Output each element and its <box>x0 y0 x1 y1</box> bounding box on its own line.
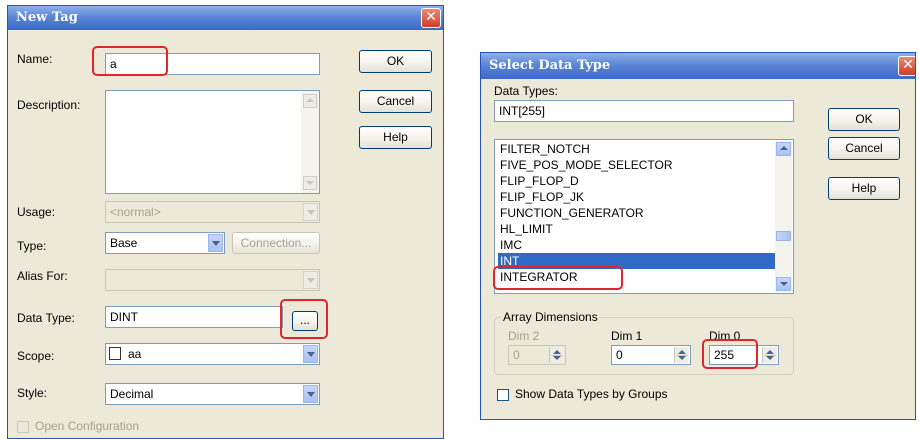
dim1-value: 0 <box>616 348 623 362</box>
sdt-help-button[interactable]: Help <box>828 177 900 200</box>
new-tag-dialog: New Tag ✕ Name: a Description: Usage: <n… <box>7 5 444 439</box>
ok-button[interactable]: OK <box>359 50 432 73</box>
usage-label: Usage: <box>17 205 56 219</box>
dim0-spinner-icon[interactable] <box>762 347 777 363</box>
chevron-down-icon <box>303 271 318 289</box>
new-tag-titlebar[interactable]: New Tag <box>8 6 443 30</box>
cancel-button[interactable]: Cancel <box>359 90 432 113</box>
scroll-up-icon[interactable] <box>303 94 317 108</box>
list-scrollbar[interactable] <box>775 141 792 292</box>
scope-select[interactable]: aa <box>105 343 320 365</box>
scroll-down-icon[interactable] <box>303 176 317 190</box>
data-types-label: Data Types: <box>494 84 558 98</box>
list-item[interactable]: FLIP_FLOP_D <box>498 173 775 189</box>
open-configuration-label: Open Configuration <box>35 419 140 433</box>
list-item[interactable]: FILTER_NOTCH <box>498 141 775 157</box>
dim2-spinner-icon[interactable] <box>549 347 564 363</box>
scroll-up-icon[interactable] <box>776 142 791 156</box>
open-configuration-checkbox[interactable] <box>17 421 29 433</box>
dim2-label: Dim 2 <box>508 329 540 343</box>
chevron-down-icon <box>303 345 318 363</box>
description-label: Description: <box>17 98 81 112</box>
style-value: Decimal <box>110 387 154 401</box>
data-types-input[interactable]: INT[255] <box>494 100 794 122</box>
new-tag-close-icon[interactable]: ✕ <box>421 8 441 28</box>
dim1-label: Dim 1 <box>611 329 643 343</box>
int-highlight <box>493 266 623 290</box>
dim2-input[interactable]: 0 <box>508 345 566 365</box>
new-tag-title: New Tag <box>16 10 78 25</box>
list-item[interactable]: FLIP_FLOP_JK <box>498 189 775 205</box>
scope-value: aa <box>128 347 142 361</box>
usage-value: <normal> <box>110 205 161 219</box>
dim0-highlight <box>702 339 758 369</box>
sdt-cancel-button[interactable]: Cancel <box>828 137 900 160</box>
select-data-type-title: Select Data Type <box>489 58 611 73</box>
dim1-spinner-icon[interactable] <box>674 347 689 363</box>
type-label: Type: <box>17 239 47 253</box>
style-label: Style: <box>17 386 48 400</box>
select-data-type-titlebar[interactable]: Select Data Type <box>481 53 915 79</box>
description-textarea[interactable] <box>105 90 320 194</box>
name-highlight <box>92 46 168 76</box>
list-item[interactable]: FIVE_POS_MODE_SELECTOR <box>498 157 775 173</box>
data-type-label: Data Type: <box>17 311 75 325</box>
description-scrollbar[interactable] <box>301 91 319 193</box>
usage-select[interactable]: <normal> <box>105 201 320 223</box>
select-data-type-dialog: Select Data Type ✕ Data Types: INT[255] … <box>480 52 916 420</box>
list-item[interactable]: IMC <box>498 237 775 253</box>
alias-for-select[interactable] <box>105 269 320 291</box>
chevron-down-icon <box>208 234 223 252</box>
connection-button[interactable]: Connection... <box>232 232 320 254</box>
list-item[interactable]: FUNCTION_GENERATOR <box>498 205 775 221</box>
controller-icon <box>109 347 121 360</box>
name-label: Name: <box>17 52 53 66</box>
alias-for-label: Alias For: <box>17 269 68 283</box>
help-button[interactable]: Help <box>359 126 432 149</box>
chevron-down-icon <box>303 385 318 403</box>
scroll-down-icon[interactable] <box>776 277 791 291</box>
list-item[interactable]: HL_LIMIT <box>498 221 775 237</box>
sdt-ok-button[interactable]: OK <box>828 108 900 131</box>
array-dimensions-label: Array Dimensions <box>501 310 600 324</box>
show-by-groups-label: Show Data Types by Groups <box>515 387 668 401</box>
type-select[interactable]: Base <box>105 232 225 254</box>
browse-highlight <box>280 299 328 339</box>
style-select[interactable]: Decimal <box>105 383 320 405</box>
show-by-groups-checkbox[interactable] <box>497 389 509 401</box>
chevron-down-icon <box>303 203 318 221</box>
data-type-input[interactable]: DINT <box>105 306 283 328</box>
scroll-thumb[interactable] <box>776 231 791 241</box>
dim1-input[interactable]: 0 <box>611 345 691 365</box>
dim2-value: 0 <box>513 348 520 362</box>
scope-label: Scope: <box>17 349 55 363</box>
select-data-type-close-icon[interactable]: ✕ <box>898 56 915 76</box>
type-value: Base <box>110 236 138 250</box>
